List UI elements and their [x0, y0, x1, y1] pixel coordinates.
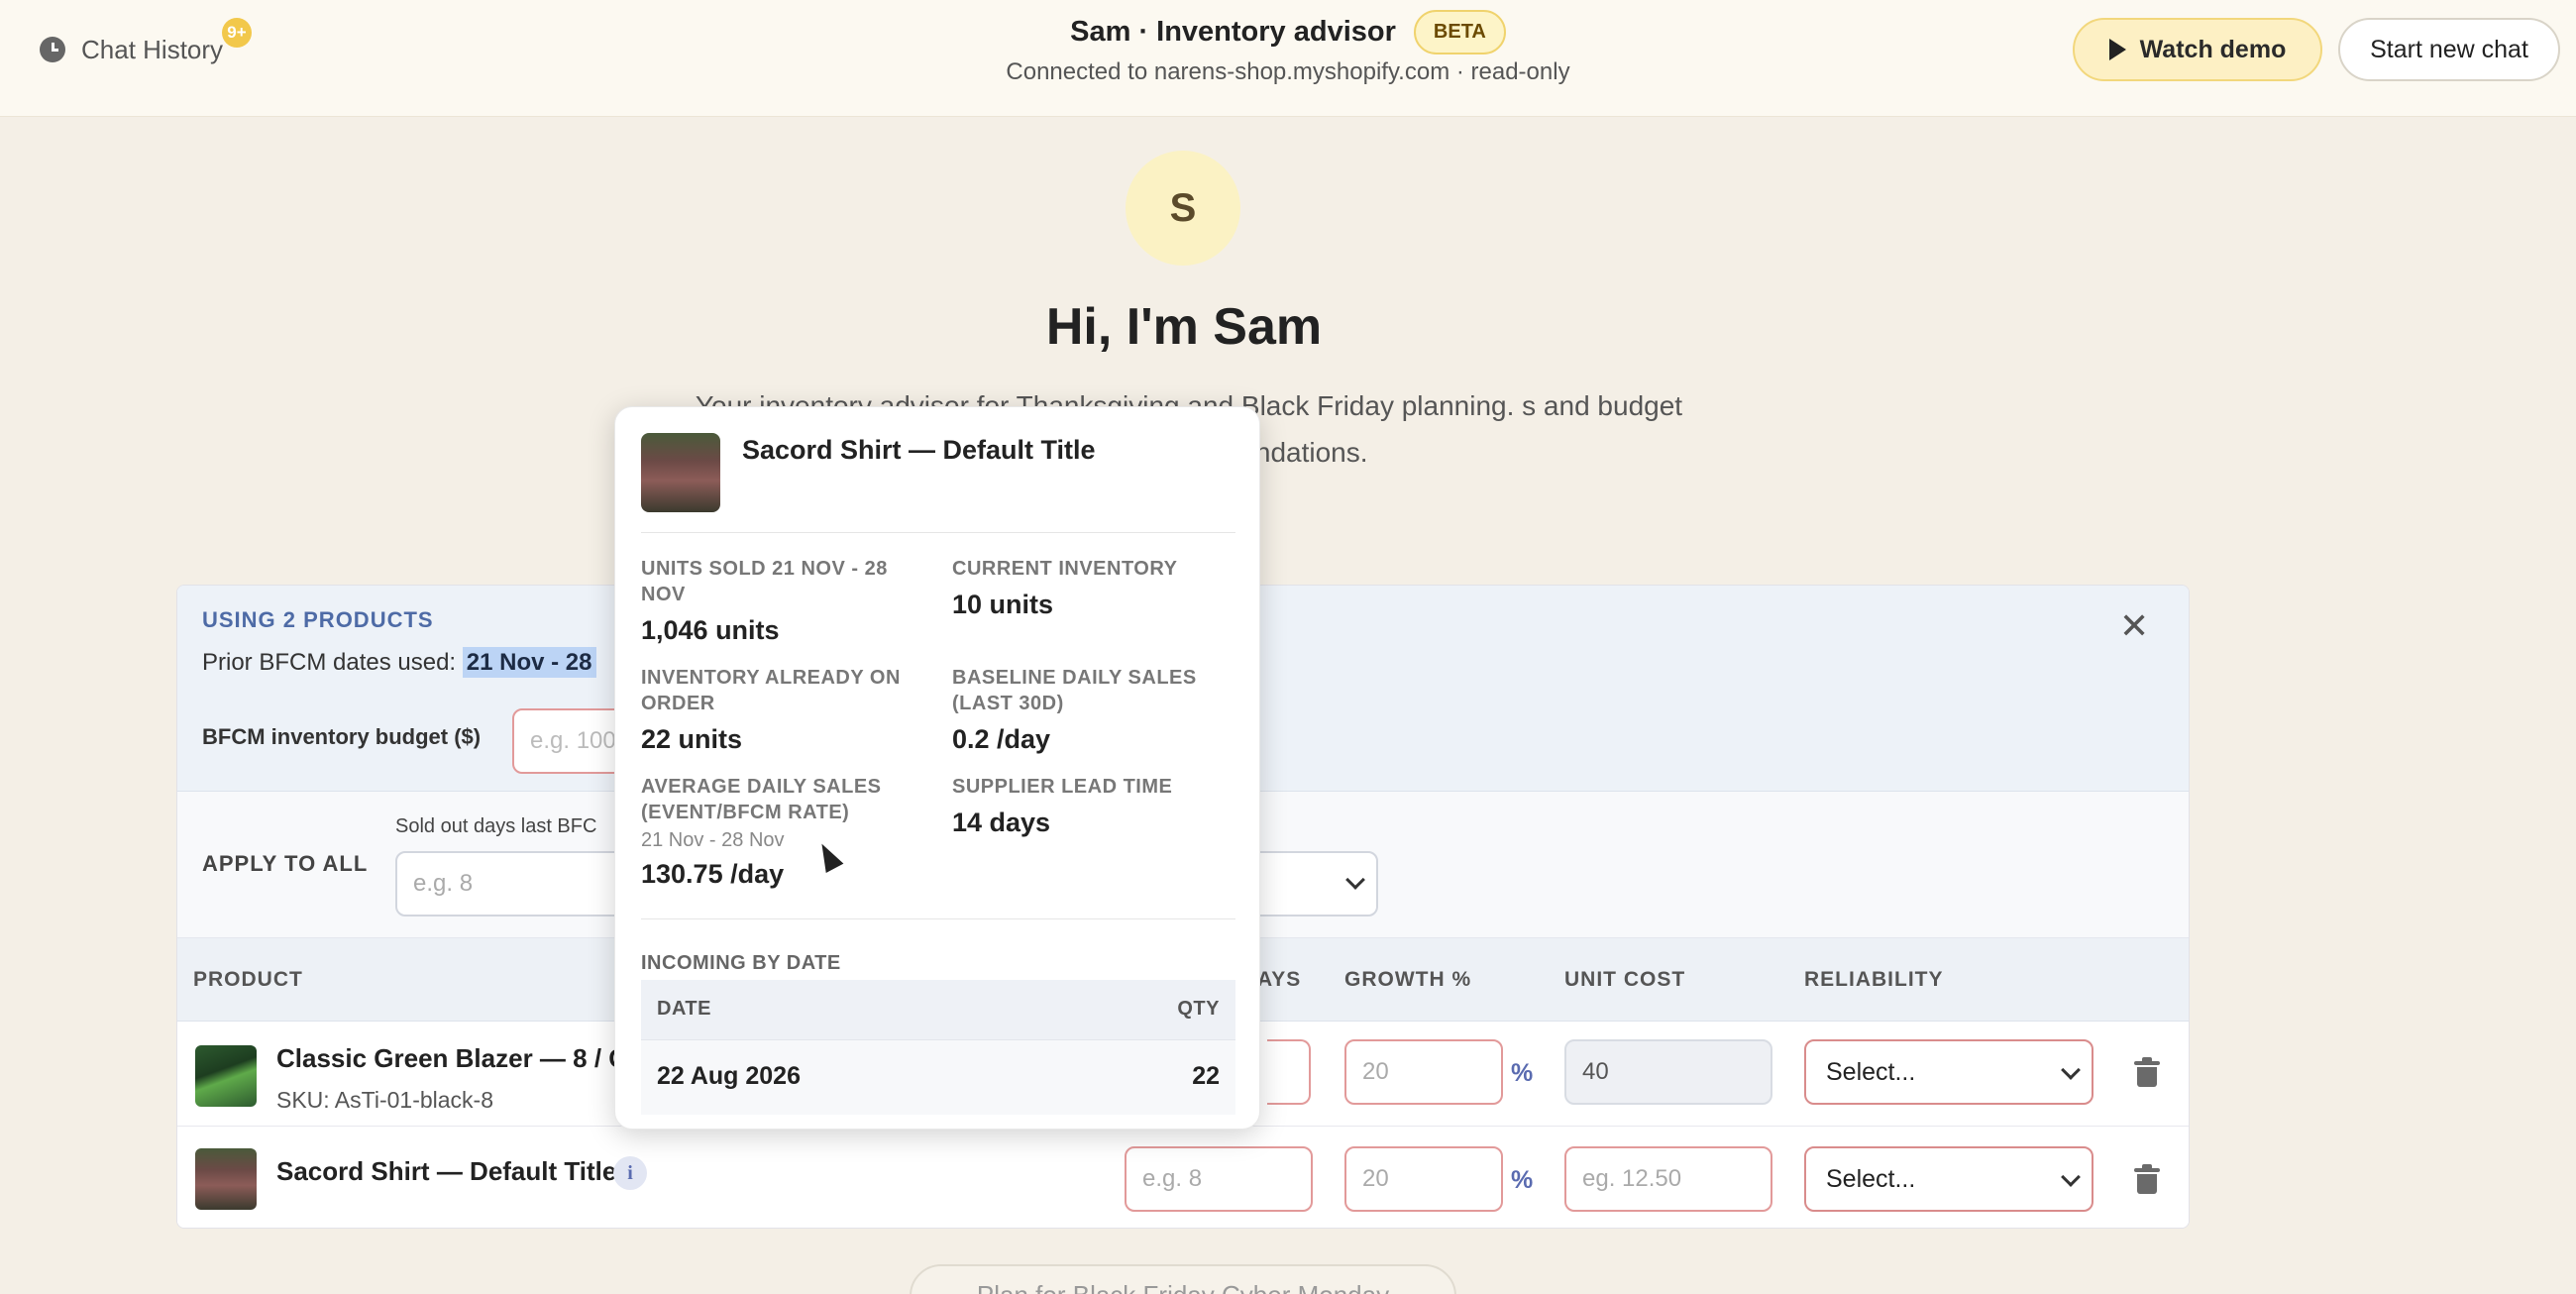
- beta-badge: BETA: [1413, 10, 1506, 54]
- growth-input[interactable]: 20: [1344, 1146, 1503, 1212]
- column-unit-cost: UNIT COST: [1564, 968, 1686, 991]
- page-title: Sam · Inventory advisor: [1070, 16, 1396, 48]
- percent-suffix: %: [1511, 1166, 1534, 1194]
- incoming-date-header: DATE: [657, 998, 711, 1020]
- start-new-chat-button[interactable]: Start new chat: [2338, 18, 2560, 81]
- table-row: Sacord Shirt — Default Title i e.g. 8 20…: [177, 1127, 2189, 1228]
- popover-title: Sacord Shirt — Default Title: [742, 435, 1096, 465]
- product-thumbnail: [641, 433, 720, 512]
- current-inventory-value: 10 units: [952, 590, 1054, 619]
- apply-to-all-label: APPLY TO ALL: [202, 851, 369, 876]
- sold-out-days-input[interactable]: e.g. 8: [1125, 1146, 1313, 1212]
- incoming-date: 22 Aug 2026: [657, 1062, 801, 1090]
- percent-suffix: %: [1511, 1059, 1534, 1087]
- incoming-by-date-label: INCOMING BY DATE: [641, 952, 841, 974]
- growth-input[interactable]: 20: [1344, 1039, 1503, 1105]
- divider: [641, 918, 1235, 919]
- product-details-popover: Sacord Shirt — Default Title UNITS SOLD …: [614, 406, 1260, 1130]
- baseline-sales-value: 0.2 /day: [952, 724, 1051, 754]
- budget-label: BFCM inventory budget ($): [202, 724, 482, 749]
- incoming-table-header: DATE QTY: [641, 980, 1235, 1039]
- avatar: S: [1126, 151, 1240, 266]
- units-sold-label: UNITS SOLD 21 NOV - 28 NOV: [641, 558, 888, 605]
- column-reliability: RELIABILITY: [1804, 968, 1944, 991]
- divider: [641, 532, 1235, 533]
- avg-daily-sales-value: 130.75 /day: [641, 859, 785, 889]
- prior-dates: Prior BFCM dates used: 21 Nov - 28: [202, 647, 596, 678]
- baseline-sales-label: BASELINE DAILY SALES (LAST 30D): [952, 667, 1197, 714]
- info-icon[interactable]: i: [613, 1156, 647, 1190]
- lead-time-value: 14 days: [952, 808, 1051, 837]
- product-name: Sacord Shirt — Default Title: [276, 1156, 617, 1186]
- chevron-down-icon: [2061, 1060, 2081, 1080]
- current-inventory-label: CURRENT INVENTORY: [952, 558, 1178, 580]
- avg-daily-sales-label: AVERAGE DAILY SALES (EVENT/BFCM RATE): [641, 776, 882, 823]
- product-thumbnail: [195, 1045, 257, 1107]
- prior-dates-value: 21 Nov - 28: [462, 647, 596, 678]
- close-icon[interactable]: ✕: [2119, 605, 2149, 647]
- trash-icon[interactable]: [2134, 1057, 2160, 1087]
- incoming-qty: 22: [1192, 1062, 1220, 1090]
- lead-time-label: SUPPLIER LEAD TIME: [952, 776, 1173, 798]
- chevron-down-icon: [2061, 1167, 2081, 1187]
- sold-out-days-input[interactable]: [1267, 1039, 1311, 1105]
- chevron-down-icon: [1345, 870, 1365, 890]
- reliability-value: Select...: [1826, 1164, 1916, 1193]
- on-order-value: 22 units: [641, 724, 743, 754]
- reliability-value: Select...: [1826, 1057, 1916, 1086]
- prior-dates-label: Prior BFCM dates used:: [202, 649, 457, 676]
- hero-title: Hi, I'm Sam: [1045, 298, 1323, 356]
- table-row: 22 Aug 2026 22: [641, 1039, 1235, 1115]
- units-sold-value: 1,046 units: [641, 615, 780, 645]
- product-sku: SKU: AsTi-01-black-8: [276, 1087, 493, 1113]
- using-products-label: USING 2 PRODUCTS: [202, 607, 434, 632]
- watch-demo-label: Watch demo: [2139, 35, 2287, 63]
- trash-icon[interactable]: [2134, 1164, 2160, 1194]
- play-icon: [2108, 39, 2126, 60]
- product-thumbnail: [195, 1148, 257, 1210]
- app-header: Chat History 9+ Sam · Inventory advisor …: [0, 0, 2576, 117]
- avg-daily-sales-range: 21 Nov - 28 Nov: [641, 829, 785, 851]
- plan-bfcm-button[interactable]: Plan for Black Friday Cyber Monday: [910, 1264, 1456, 1294]
- column-growth: GROWTH %: [1344, 968, 1472, 991]
- column-product: PRODUCT: [193, 968, 303, 991]
- reliability-select[interactable]: Select...: [1804, 1146, 2093, 1212]
- unit-cost-input[interactable]: 40: [1564, 1039, 1772, 1105]
- incoming-qty-header: QTY: [1177, 998, 1220, 1020]
- reliability-select[interactable]: Select...: [1804, 1039, 2093, 1105]
- product-name: Classic Green Blazer — 8 / Gr: [276, 1043, 639, 1073]
- column-days: AYS: [1257, 968, 1302, 991]
- on-order-label: INVENTORY ALREADY ON ORDER: [641, 667, 901, 714]
- unit-cost-input[interactable]: eg. 12.50: [1564, 1146, 1772, 1212]
- soldout-days-label: Sold out days last BFC: [395, 815, 597, 837]
- watch-demo-button[interactable]: Watch demo: [2073, 18, 2322, 81]
